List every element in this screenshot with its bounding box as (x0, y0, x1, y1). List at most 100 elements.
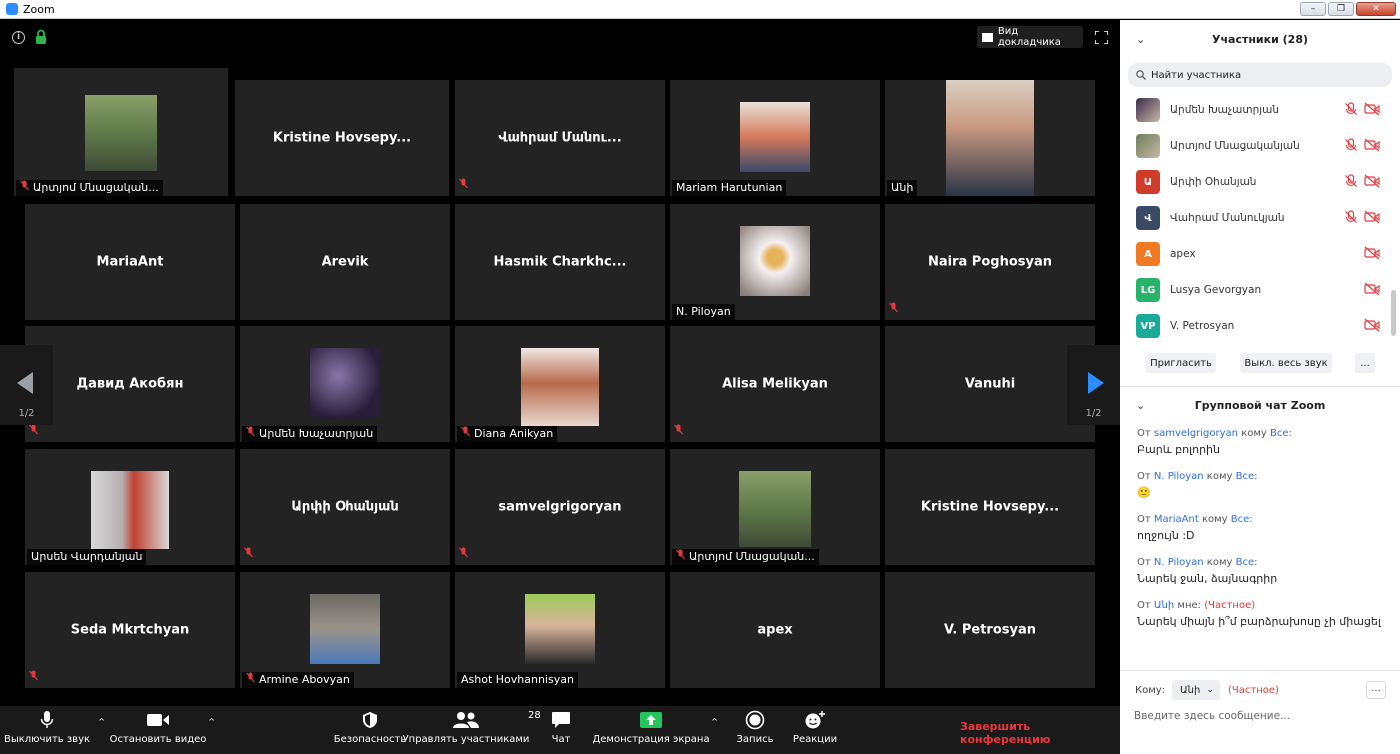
muted-mic-icon[interactable] (1344, 101, 1358, 120)
participant-video-tile[interactable]: Seda Mkrtchyan (25, 572, 235, 688)
participant-name: apex (757, 622, 793, 638)
invite-button[interactable]: Пригласить (1146, 353, 1216, 373)
participant-video-tile[interactable]: samvelgrigoryan (455, 449, 665, 565)
participant-video-feed (91, 471, 169, 549)
share-screen-button[interactable]: Демонстрация экрана (592, 706, 710, 754)
collapse-chat-chevron-icon[interactable]: ⌄ (1136, 399, 1145, 412)
chat-message-input[interactable] (1134, 707, 1384, 725)
muted-mic-icon (461, 426, 470, 442)
participant-video-feed (525, 594, 595, 664)
participant-video-tile[interactable]: Armine Abovyan (240, 572, 450, 688)
participant-video-tile[interactable]: Արտյոմ Մնացական... (14, 68, 228, 196)
participant-name: Naira Poghosyan (927, 254, 1052, 270)
avatar: Ա (1136, 170, 1160, 194)
participant-video-tile[interactable]: Hasmik Charkhc... (455, 204, 665, 320)
previous-page-button[interactable]: 1/2 (0, 345, 53, 425)
participant-list-item[interactable]: Արմեն Խաչատրյան (1120, 92, 1390, 128)
fullscreen-icon[interactable] (1095, 31, 1108, 44)
participant-video-tile[interactable]: Արփի Օհանյան (240, 449, 450, 565)
participant-video-tile[interactable]: Vanuhi (885, 326, 1095, 442)
muted-mic-icon[interactable] (1344, 209, 1358, 228)
participant-name-label: Armine Abovyan (242, 672, 354, 688)
next-page-button[interactable]: 1/2 (1067, 345, 1120, 425)
video-options-chevron-icon[interactable]: ⌃ (207, 716, 216, 729)
video-off-icon[interactable] (1364, 317, 1380, 336)
participant-video-tile[interactable]: Naira Poghosyan (885, 204, 1095, 320)
participant-list-item[interactable]: Արտյոմ Մնացականյան (1120, 128, 1390, 164)
participant-list-item[interactable]: LG Lusya Gevorgyan (1120, 272, 1390, 308)
reactions-button[interactable]: Реакции (792, 706, 838, 754)
participant-video-feed (740, 226, 810, 296)
mute-button[interactable]: Выключить звук (4, 706, 90, 754)
participant-list-item[interactable]: Aapex (1120, 236, 1390, 272)
muted-mic-icon[interactable] (1344, 173, 1358, 192)
message-sender[interactable]: N. Piloyan (1154, 557, 1204, 568)
participants-more-button[interactable]: ... (1355, 353, 1375, 373)
video-off-icon[interactable] (1364, 209, 1380, 228)
message-sender[interactable]: MariaAnt (1154, 514, 1199, 525)
participant-video-tile[interactable]: Kristine Hovsepy... (235, 80, 449, 196)
participant-video-tile[interactable]: Alisa Melikyan (670, 326, 880, 442)
participant-video-tile[interactable]: MariaAnt (25, 204, 235, 320)
end-meeting-button[interactable]: Завершить конференцию (960, 720, 1120, 746)
participant-search[interactable] (1128, 63, 1392, 87)
audio-options-chevron-icon[interactable]: ⌃ (97, 716, 106, 729)
participant-name: samvelgrigoryan (498, 499, 622, 515)
speaker-view-button[interactable]: Вид докладчика (977, 26, 1083, 48)
participant-video-tile[interactable]: Mariam Harutunian (670, 80, 880, 196)
lock-icon[interactable] (35, 29, 47, 45)
meeting-toolbar: Выключить звук ⌃ Остановить видео ⌃ Безо… (0, 706, 1120, 754)
video-off-icon[interactable] (1364, 101, 1380, 120)
stop-video-button[interactable]: Остановить видео (110, 706, 206, 754)
participant-name-label: Diana Anikyan (457, 426, 558, 442)
participant-label-text: Արտյոմ Մնացական... (33, 181, 159, 194)
participant-video-tile[interactable]: apex (670, 572, 880, 688)
collapse-chevron-icon[interactable]: ⌄ (1136, 33, 1145, 46)
record-button[interactable]: Запись (736, 706, 774, 754)
participant-video-tile[interactable]: Arevik (240, 204, 450, 320)
zoom-logo-icon (6, 3, 18, 15)
participant-video-tile[interactable]: Վահրամ Մանու... (455, 80, 665, 196)
info-icon[interactable]: i (12, 31, 25, 44)
avatar (1136, 98, 1160, 122)
sidebar: ⌄ Участники (28) Արմեն Խաչատրյան Արտյոմ Մ… (1120, 20, 1400, 754)
participants-scrollbar[interactable] (1391, 290, 1396, 336)
message-sender[interactable]: N. Piloyan (1154, 471, 1204, 482)
participant-video-tile[interactable]: Անի (885, 80, 1095, 196)
participants-panel-header: ⌄ Участники (28) (1120, 22, 1400, 56)
recipient-select[interactable]: Անի ⌄ (1172, 680, 1220, 700)
chat-button[interactable]: Чат (544, 706, 578, 754)
minimize-button[interactable]: – (1300, 2, 1326, 16)
participant-video-tile[interactable]: Ashot Hovhannisyan (455, 572, 665, 688)
message-meta: От (1137, 600, 1151, 611)
video-off-icon[interactable] (1364, 245, 1380, 264)
share-options-chevron-icon[interactable]: ⌃ (710, 716, 719, 729)
search-input[interactable] (1151, 69, 1371, 81)
close-button[interactable]: ✕ (1356, 2, 1396, 16)
manage-participants-button[interactable]: 28 Управлять участниками (403, 706, 541, 754)
participant-video-tile[interactable]: Արտյոմ Մնացական... (670, 449, 880, 565)
message-sender[interactable]: Անի (1154, 600, 1174, 611)
participant-list-item[interactable]: Վ Վահրամ Մանուկյան (1120, 200, 1390, 236)
muted-mic-icon[interactable] (1344, 137, 1358, 156)
restore-button[interactable]: ❐ (1328, 2, 1354, 16)
video-off-icon[interactable] (1364, 173, 1380, 192)
participant-video-tile[interactable]: N. Piloyan (670, 204, 880, 320)
muted-mic-icon (459, 543, 468, 562)
video-off-icon[interactable] (1364, 281, 1380, 300)
chat-more-button[interactable]: ... (1366, 681, 1386, 699)
participant-video-tile[interactable]: Արսեն Վարդանյան (25, 449, 235, 565)
participant-video-tile[interactable]: V. Petrosyan (885, 572, 1095, 688)
video-off-icon[interactable] (1364, 137, 1380, 156)
participant-video-tile[interactable]: Արմեն Խաչատրյան (240, 326, 450, 442)
participant-video-tile[interactable]: Kristine Hovsepy... (885, 449, 1095, 565)
chat-title: Групповой чат Zoom (1194, 398, 1326, 412)
message-sender[interactable]: samvelgrigoryan (1154, 428, 1238, 439)
mute-all-button[interactable]: Выкл. весь звук (1240, 353, 1332, 373)
security-button[interactable]: Безопасность (334, 706, 406, 754)
participant-list-item[interactable]: Ա Արփի Օհանյան (1120, 164, 1390, 200)
participant-video-tile[interactable]: Давид Акобян (25, 326, 235, 442)
chat-panel-header: ⌄ Групповой чат Zoom (1120, 388, 1400, 422)
participant-video-tile[interactable]: Diana Anikyan (455, 326, 665, 442)
participant-list-item[interactable]: VP V. Petrosyan (1120, 308, 1390, 344)
